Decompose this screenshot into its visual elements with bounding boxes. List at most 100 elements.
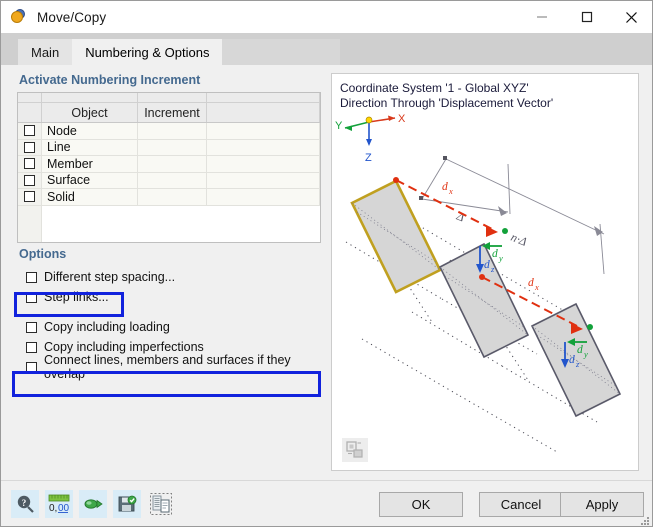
settings-button[interactable] xyxy=(79,490,107,518)
svg-text:Y: Y xyxy=(335,120,343,132)
table-row[interactable]: Line xyxy=(18,139,320,156)
help-button[interactable]: ? xyxy=(11,490,39,518)
checkbox-copy-including-imperfections[interactable] xyxy=(26,341,37,353)
svg-text:x: x xyxy=(534,282,539,292)
option-label: Different step spacing... xyxy=(44,270,176,284)
window-controls xyxy=(519,1,652,33)
options-group: Options Different step spacing... Step l… xyxy=(17,247,321,407)
settings-icon xyxy=(84,499,103,509)
preview-copy-tool-button[interactable] xyxy=(342,438,368,462)
option-different-step-spacing[interactable]: Different step spacing... xyxy=(17,267,321,287)
svg-text:0,: 0, xyxy=(49,503,57,514)
resize-grip[interactable] xyxy=(639,515,651,527)
cancel-button[interactable]: Cancel xyxy=(479,492,563,517)
minimize-button[interactable] xyxy=(519,1,564,33)
row-increment-solid[interactable] xyxy=(138,189,207,205)
svg-text:X: X xyxy=(398,113,406,125)
dim-arrow-2 xyxy=(594,226,603,236)
option-label: Copy including imperfections xyxy=(44,340,204,354)
close-icon xyxy=(626,11,637,23)
table-row[interactable]: Solid xyxy=(18,189,320,206)
svg-text:d: d xyxy=(484,259,490,271)
checkbox-connect-lines-members-surfaces[interactable] xyxy=(26,361,37,373)
dim-label-delta: Δ xyxy=(454,208,467,224)
units-button[interactable]: 0, 00 xyxy=(45,490,73,518)
row-checkbox-line[interactable] xyxy=(24,141,35,153)
row-object-member: Member xyxy=(42,156,138,172)
option-connect-lines-members-surfaces[interactable]: Connect lines, members and surfaces if t… xyxy=(17,353,321,381)
header-spare xyxy=(207,103,320,122)
row-object-surface: Surface xyxy=(42,172,138,188)
maximize-button[interactable] xyxy=(564,1,609,33)
save-settings-icon xyxy=(118,495,137,512)
table-row[interactable]: Member xyxy=(18,156,320,173)
title-bar: Move/Copy xyxy=(1,1,652,33)
svg-text:d: d xyxy=(577,344,583,356)
help-icon: ? xyxy=(17,495,34,513)
ok-button[interactable]: OK xyxy=(379,492,463,517)
close-button[interactable] xyxy=(609,1,652,33)
header-object: Object xyxy=(42,103,138,122)
row-object-node: Node xyxy=(42,123,138,139)
row-increment-node[interactable] xyxy=(138,123,207,139)
apply-button[interactable]: Apply xyxy=(560,492,644,517)
source-surface xyxy=(350,179,442,294)
numbering-group-title: Activate Numbering Increment xyxy=(19,73,201,87)
tab-filler xyxy=(222,39,341,65)
option-label: Step links... xyxy=(44,290,109,304)
svg-text:Z: Z xyxy=(365,152,372,164)
row-object-line: Line xyxy=(42,139,138,155)
row-increment-line[interactable] xyxy=(138,139,207,155)
minimize-icon xyxy=(536,16,547,18)
option-label: Connect lines, members and surfaces if t… xyxy=(44,353,291,381)
tab-numbering-options[interactable]: Numbering & Options xyxy=(72,39,223,65)
svg-text:z: z xyxy=(575,359,580,369)
checkbox-different-step-spacing[interactable] xyxy=(26,271,37,283)
option-label: Copy including loading xyxy=(44,320,170,334)
svg-text:d: d xyxy=(528,277,534,289)
tab-main[interactable]: Main xyxy=(18,39,73,65)
header-increment: Increment xyxy=(138,103,207,122)
detail-icon xyxy=(150,493,172,515)
dialog-footer: ? 0, 00 OK Cancel Apply xyxy=(1,480,652,527)
preview-panel: Coordinate System '1 - Global XYZ' Direc… xyxy=(331,73,639,471)
save-settings-button[interactable] xyxy=(113,490,141,518)
units-icon: 0, 00 xyxy=(48,494,70,514)
svg-text:d: d xyxy=(569,354,575,366)
move-copy-diagram: X Y Z Δ n·Δ d x d y d z d x d y d z xyxy=(335,113,622,453)
row-increment-surface[interactable] xyxy=(138,172,207,188)
numbering-table: Object Increment Node Line Member Surfac… xyxy=(17,92,321,243)
maximize-icon xyxy=(581,11,592,23)
detail-button[interactable] xyxy=(147,490,175,518)
dim-label-n-delta: n·Δ xyxy=(509,230,529,249)
svg-text:y: y xyxy=(583,349,588,359)
move-copy-dialog: Move/Copy Main Numbering & Options Activ… xyxy=(0,0,653,527)
activate-numbering-increment-group: Activate Numbering Increment Object Incr… xyxy=(17,73,321,243)
checkbox-copy-including-loading[interactable] xyxy=(26,321,37,333)
svg-text:d: d xyxy=(492,248,498,260)
table-header-row: Object Increment xyxy=(18,103,320,123)
row-checkbox-node[interactable] xyxy=(24,125,35,137)
option-copy-including-loading[interactable]: Copy including loading xyxy=(17,317,321,337)
options-group-title: Options xyxy=(19,247,67,261)
option-step-links[interactable]: Step links... xyxy=(17,287,321,307)
dialog-content: Activate Numbering Increment Object Incr… xyxy=(1,65,652,480)
row-increment-member[interactable] xyxy=(138,156,207,172)
row-checkbox-solid[interactable] xyxy=(24,191,35,203)
svg-text:x: x xyxy=(448,186,453,196)
axis-triad-icon: X Y Z xyxy=(335,113,406,164)
row-object-solid: Solid xyxy=(42,189,138,205)
row-checkbox-member[interactable] xyxy=(24,158,35,170)
header-checkbox-col xyxy=(18,103,42,122)
window-title: Move/Copy xyxy=(37,9,107,25)
move-copy-icon xyxy=(9,8,27,26)
table-row[interactable]: Surface xyxy=(18,172,320,189)
svg-text:z: z xyxy=(490,264,495,274)
svg-text:d: d xyxy=(442,181,448,193)
table-empty-area xyxy=(18,205,320,242)
dimension-lines xyxy=(421,158,605,275)
table-row[interactable]: Node xyxy=(18,123,320,140)
row-checkbox-surface[interactable] xyxy=(24,174,35,186)
checkbox-step-links[interactable] xyxy=(26,291,37,303)
svg-text:y: y xyxy=(498,253,503,263)
